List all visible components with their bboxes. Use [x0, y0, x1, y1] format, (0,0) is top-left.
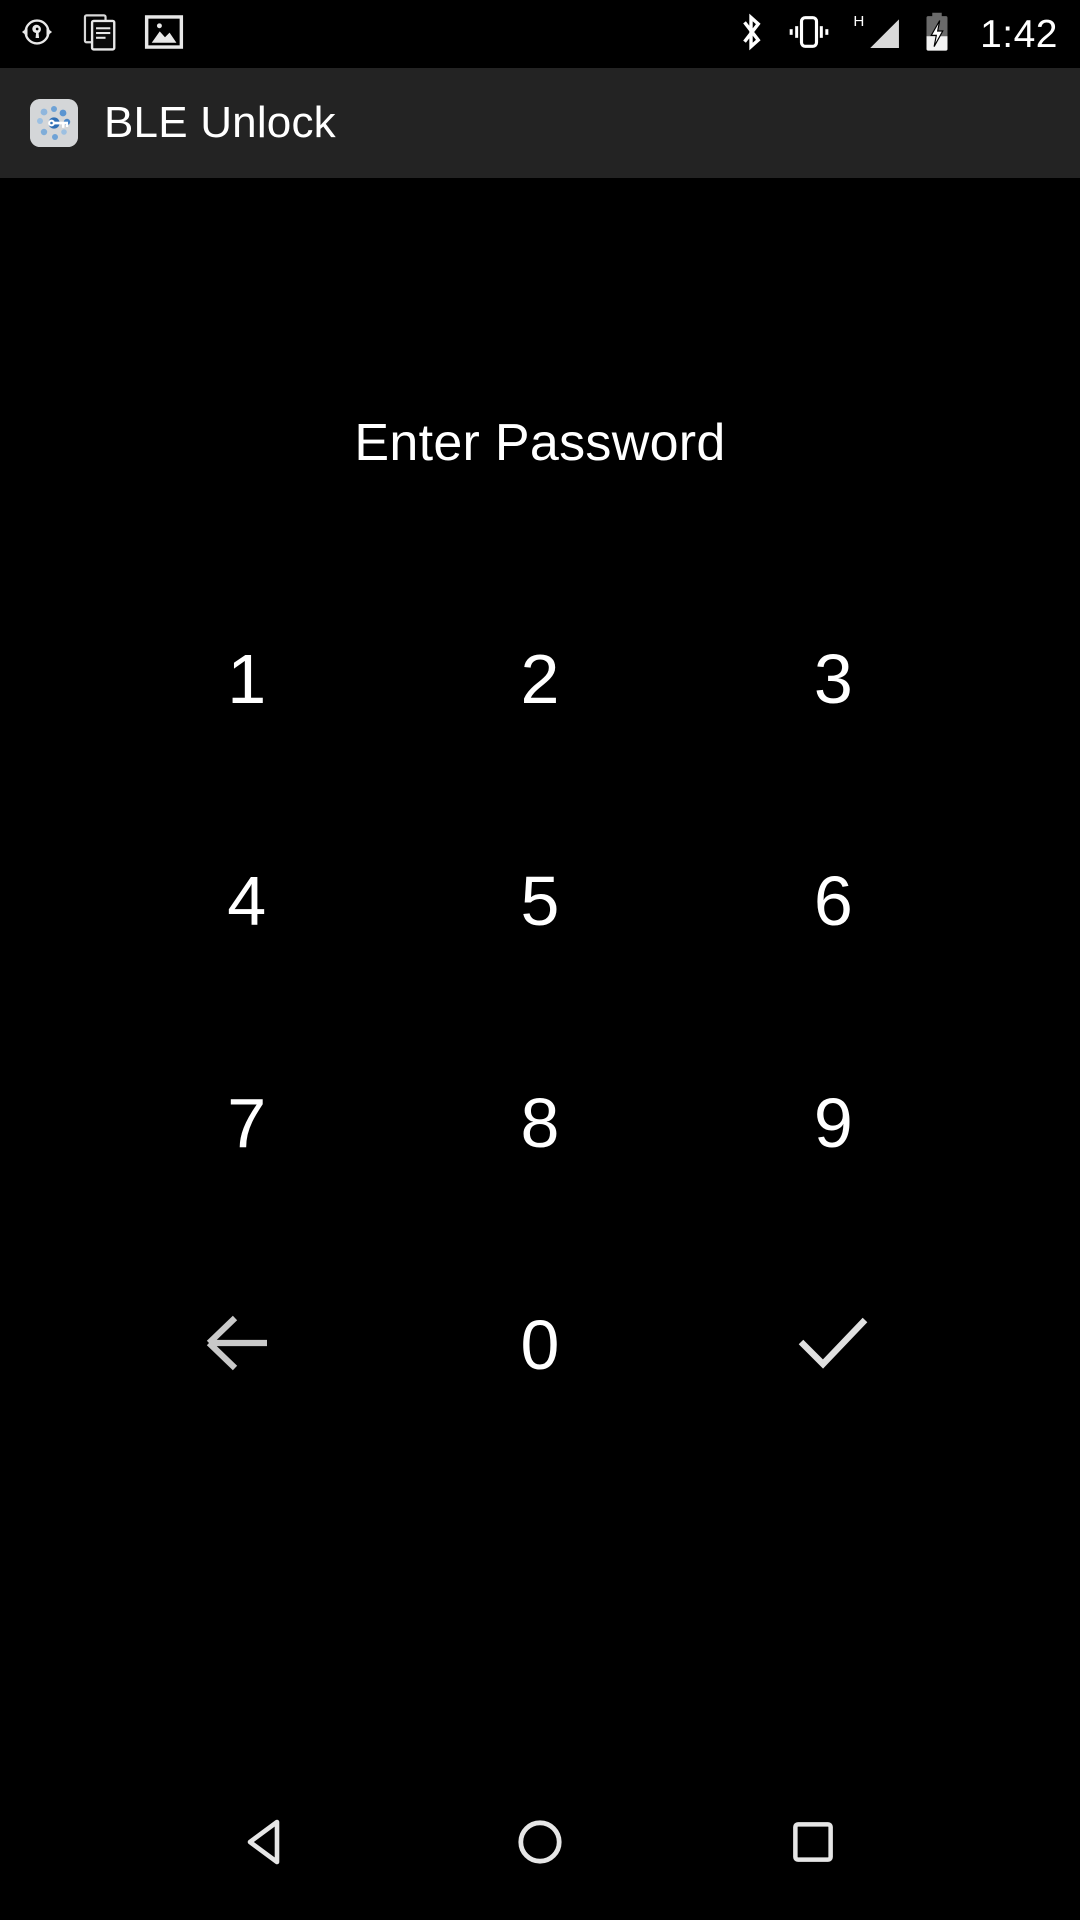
app-bar: BLE Unlock: [0, 68, 1080, 178]
signal-hspa-icon: H: [850, 10, 904, 59]
password-prompt-label: Enter Password: [354, 414, 726, 472]
status-bar-right-icons: H 1:42: [734, 10, 1058, 59]
recents-square-icon: [783, 1812, 843, 1877]
status-bar-clock: 1:42: [980, 12, 1058, 56]
back-arrow-icon: [204, 1308, 290, 1383]
key-4-label: 4: [227, 862, 267, 940]
key-1-label: 1: [227, 640, 267, 718]
nav-home-button[interactable]: [480, 1784, 600, 1904]
key-3-label: 3: [813, 640, 853, 718]
key-6-label: 6: [813, 862, 853, 940]
sync-wrench-icon: [18, 13, 56, 56]
app-bar-title: BLE Unlock: [104, 98, 336, 147]
key-7-label: 7: [227, 1084, 267, 1162]
key-5[interactable]: 5: [393, 790, 686, 1012]
key-1[interactable]: 1: [100, 568, 393, 790]
image-gallery-icon: [144, 14, 184, 55]
copy-documents-icon: [82, 13, 118, 56]
key-8[interactable]: 8: [393, 1012, 686, 1234]
home-circle-icon: [508, 1810, 572, 1879]
key-0[interactable]: 0: [393, 1234, 686, 1456]
key-8-label: 8: [520, 1084, 560, 1162]
nav-recents-button[interactable]: [753, 1784, 873, 1904]
key-9-label: 9: [813, 1084, 853, 1162]
key-backspace[interactable]: [100, 1234, 393, 1456]
key-2[interactable]: 2: [393, 568, 686, 790]
status-bar-left-icons: [18, 13, 184, 56]
battery-charging-icon: [920, 10, 954, 59]
vibrate-icon: [784, 12, 834, 57]
main-content: Enter Password 1 2 3 4 5 6 7 8 9 0: [0, 178, 1080, 1768]
pin-keypad: 1 2 3 4 5 6 7 8 9 0: [0, 568, 1080, 1456]
key-0-label: 0: [520, 1306, 560, 1384]
checkmark-icon: [791, 1308, 875, 1383]
status-bar: H 1:42: [0, 0, 1080, 68]
key-9[interactable]: 9: [687, 1012, 980, 1234]
key-7[interactable]: 7: [100, 1012, 393, 1234]
ble-unlock-app-icon: [30, 99, 78, 147]
nav-back-button[interactable]: [207, 1784, 327, 1904]
key-4[interactable]: 4: [100, 790, 393, 1012]
svg-text:H: H: [853, 12, 864, 29]
bluetooth-icon: [734, 11, 768, 58]
key-6[interactable]: 6: [687, 790, 980, 1012]
key-3[interactable]: 3: [687, 568, 980, 790]
key-2-label: 2: [520, 640, 560, 718]
android-navigation-bar: [0, 1768, 1080, 1920]
key-5-label: 5: [520, 862, 560, 940]
key-confirm[interactable]: [687, 1234, 980, 1456]
phone-screen: H 1:42 BLE Unlock Enter Password 1 2 3 4…: [0, 0, 1080, 1920]
back-triangle-icon: [235, 1810, 299, 1879]
